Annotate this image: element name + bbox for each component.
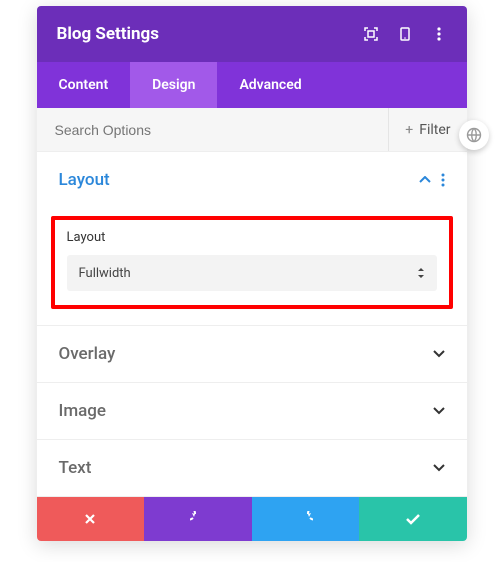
panel-title: Blog Settings bbox=[57, 24, 160, 44]
section-body-layout: Layout Fullwidth bbox=[37, 208, 467, 325]
section-text: Text bbox=[37, 440, 467, 497]
section-title-layout: Layout bbox=[59, 170, 110, 190]
filter-label: Filter bbox=[419, 122, 450, 138]
tab-advanced[interactable]: Advanced bbox=[217, 62, 323, 108]
section-layout-controls bbox=[419, 173, 445, 187]
redo-button[interactable] bbox=[252, 497, 360, 541]
section-title-overlay: Overlay bbox=[59, 344, 116, 364]
close-icon bbox=[83, 512, 97, 526]
globe-icon bbox=[466, 127, 482, 143]
section-header-layout[interactable]: Layout bbox=[37, 152, 467, 208]
plus-icon: + bbox=[405, 122, 413, 138]
check-icon bbox=[405, 513, 421, 525]
search-row: + Filter bbox=[37, 108, 467, 152]
save-button[interactable] bbox=[359, 497, 467, 541]
filter-button[interactable]: + Filter bbox=[388, 108, 466, 151]
tab-design[interactable]: Design bbox=[130, 62, 217, 108]
section-layout: Layout Layout Fullwidth bbox=[37, 152, 467, 326]
layout-select[interactable]: Fullwidth bbox=[67, 255, 437, 291]
section-title-image: Image bbox=[59, 401, 107, 421]
section-overlay: Overlay bbox=[37, 326, 467, 383]
expand-icon[interactable] bbox=[363, 26, 379, 42]
cancel-button[interactable] bbox=[37, 497, 145, 541]
chevron-down-icon bbox=[433, 464, 445, 472]
section-header-image[interactable]: Image bbox=[37, 383, 467, 439]
header-icon-group bbox=[363, 26, 447, 42]
select-caret-icon bbox=[417, 268, 425, 278]
undo-button[interactable] bbox=[144, 497, 252, 541]
layout-field-label: Layout bbox=[67, 230, 437, 245]
tabs-bar: Content Design Advanced bbox=[37, 62, 467, 108]
floating-help-button[interactable] bbox=[459, 120, 489, 150]
tab-content[interactable]: Content bbox=[37, 62, 131, 108]
chevron-up-icon[interactable] bbox=[419, 176, 431, 184]
options-dots-icon[interactable] bbox=[441, 173, 445, 187]
settings-panel: Blog Settings Content De bbox=[37, 6, 467, 541]
menu-dots-icon[interactable] bbox=[431, 26, 447, 42]
redo-icon bbox=[297, 511, 313, 527]
layout-select-value: Fullwidth bbox=[79, 266, 131, 281]
section-title-text: Text bbox=[59, 458, 92, 478]
section-image: Image bbox=[37, 383, 467, 440]
highlight-box: Layout Fullwidth bbox=[51, 216, 453, 309]
search-input[interactable] bbox=[37, 122, 389, 138]
section-header-overlay[interactable]: Overlay bbox=[37, 326, 467, 382]
panel-header: Blog Settings bbox=[37, 6, 467, 62]
undo-icon bbox=[190, 511, 206, 527]
footer-actions bbox=[37, 497, 467, 541]
section-header-text[interactable]: Text bbox=[37, 440, 467, 496]
chevron-down-icon bbox=[433, 407, 445, 415]
tablet-icon[interactable] bbox=[397, 26, 413, 42]
chevron-down-icon bbox=[433, 350, 445, 358]
